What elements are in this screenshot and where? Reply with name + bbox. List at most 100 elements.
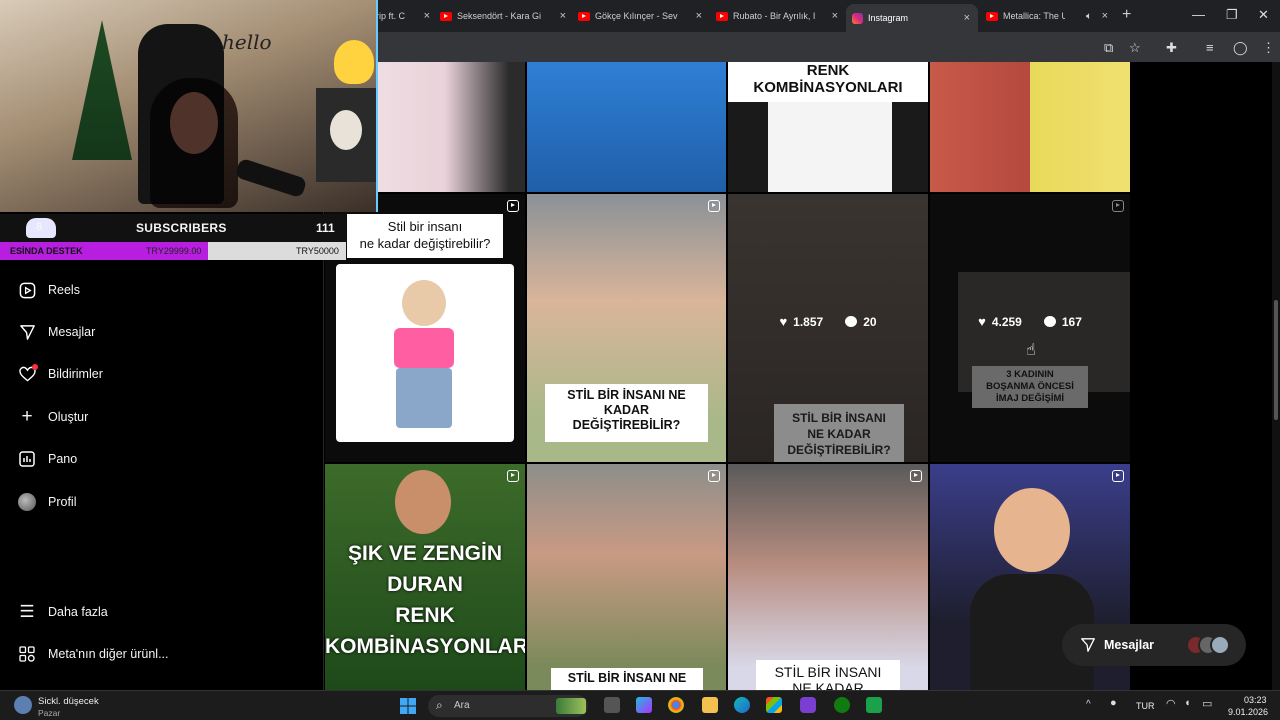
extensions-icon[interactable]: ✚: [1166, 40, 1177, 56]
chrome-icon[interactable]: [668, 697, 684, 713]
weather-title[interactable]: Sickl. düşecek: [38, 696, 99, 707]
reel-icon: [1112, 470, 1124, 482]
post-thumbnail[interactable]: STİL BİR İNSANI NE KADAR DEĞİŞTİREBİLİR?: [527, 194, 726, 462]
close-icon[interactable]: ×: [832, 10, 838, 22]
close-icon[interactable]: ×: [560, 10, 566, 22]
post-thumbnail[interactable]: STİL BİR İNSANI NE: [527, 464, 726, 690]
post-thumbnail[interactable]: STİL BİR İNSANI NE KADAR DEĞİŞTİREBİLİR?…: [728, 194, 928, 462]
donation-goal: TRY50000: [296, 246, 339, 256]
donation-label: ESİNDA DESTEK: [10, 246, 83, 256]
post-caption: STİL BİR İNSANI NE KADAR DEĞİŞTİREBİLİR?: [567, 388, 686, 432]
xbox-icon[interactable]: [834, 697, 850, 713]
messages-label: Mesajlar: [1104, 638, 1155, 652]
tab-metallica[interactable]: Metallica: The Ur 🔈︎ ×: [986, 4, 1112, 28]
post-grid: RENK KOMBİNASYONLARI Stil bir insanı ne …: [325, 62, 1130, 690]
restore-button[interactable]: ❐: [1226, 7, 1238, 23]
post-caption: RENK KOMBİNASYONLARI: [753, 62, 903, 96]
search-placeholder: Ara: [454, 700, 470, 711]
task-view-icon[interactable]: [604, 697, 620, 713]
volume-icon[interactable]: ◖: [1184, 697, 1191, 709]
post-thumbnail[interactable]: STİL BİR İNSANI NE KADAR: [728, 464, 928, 690]
streamer-hair: [150, 78, 238, 208]
close-window-button[interactable]: ✕: [1258, 7, 1269, 23]
store-icon[interactable]: [766, 697, 782, 713]
post-caption: STİL BİR İNSANI NE: [567, 671, 687, 685]
donation-goal-bar: ESİNDA DESTEK TRY29999.00 TRY50000: [0, 242, 346, 260]
battery-icon[interactable]: ▭: [1202, 697, 1212, 710]
media-control-icon[interactable]: ≡: [1206, 40, 1214, 55]
tab-title: Seksendört - Kara Gi: [457, 11, 542, 21]
terminal-icon[interactable]: [866, 697, 882, 713]
subs-count-left: 8: [36, 221, 43, 233]
post-thumbnail[interactable]: Stil bir insanı ne kadar değiştirebilir?: [325, 194, 525, 462]
comments-count: 20: [845, 314, 877, 329]
post-thumbnail[interactable]: RENK KOMBİNASYONLARI: [728, 62, 928, 192]
bookmark-star-icon[interactable]: ☆: [1129, 40, 1141, 56]
install-app-icon[interactable]: ⧉: [1104, 40, 1113, 56]
sidebar-item-label: Meta'nın diğer ürünl...: [48, 647, 169, 661]
close-icon[interactable]: ×: [964, 12, 970, 24]
sidebar-item-dashboard[interactable]: Pano: [18, 447, 77, 471]
post-caption: 3 KADININ BOŞANMA ÖNCESİ İMAJ DEĞİŞİMİ: [986, 369, 1074, 404]
notification-dot: [32, 364, 38, 370]
taskbar-search[interactable]: ⌕ Ara: [428, 695, 588, 717]
minimize-button[interactable]: —: [1192, 7, 1205, 22]
tab-rip[interactable]: rip ft. C ×: [376, 4, 434, 28]
subs-count-right: 111: [316, 221, 335, 235]
profile-icon[interactable]: ◯: [1233, 40, 1248, 56]
sidebar-item-meta[interactable]: Meta'nın diğer ürünl...: [18, 642, 169, 666]
app-icon[interactable]: [800, 697, 816, 713]
new-tab-button[interactable]: +: [1122, 6, 1131, 24]
sidebar-item-reels[interactable]: Reels: [18, 278, 80, 302]
sidebar-item-label: Daha fazla: [48, 605, 108, 619]
messages-icon: [18, 323, 36, 341]
weather-sub: Pazar: [38, 708, 61, 718]
post-thumbnail[interactable]: [527, 62, 726, 192]
microphone-icon[interactable]: ●: [1110, 697, 1117, 709]
sidebar-item-more[interactable]: ☰ Daha fazla: [18, 600, 108, 624]
post-caption: ŞIK VE ZENGİN DURAN RENK KOMBİNASYONLARI: [325, 542, 525, 658]
language-indicator[interactable]: TUR: [1136, 701, 1155, 711]
windows-start-icon[interactable]: [400, 698, 416, 714]
copilot-icon[interactable]: [636, 697, 652, 713]
search-icon: ⌕: [436, 698, 443, 712]
close-icon[interactable]: ×: [1102, 10, 1108, 22]
microphone: [234, 157, 308, 199]
sidebar-item-profile[interactable]: Profil: [18, 490, 76, 514]
comment-icon: [1043, 316, 1056, 327]
clock-date[interactable]: 9.01.2026: [1228, 707, 1268, 717]
weather-icon[interactable]: [14, 696, 32, 714]
sidebar-item-label: Reels: [48, 283, 80, 297]
messages-icon: [1081, 638, 1095, 652]
sidebar-item-label: Bildirimler: [48, 367, 103, 381]
youtube-icon: [986, 11, 998, 21]
tray-chevron-icon[interactable]: ^: [1086, 699, 1091, 710]
messages-floating-button[interactable]: Mesajlar: [1062, 624, 1246, 666]
tab-instagram[interactable]: Instagram ×: [846, 4, 978, 32]
wall-decal: hello: [222, 30, 272, 54]
clock-time[interactable]: 03:23: [1244, 695, 1267, 705]
close-icon[interactable]: ×: [696, 10, 702, 22]
sidebar-item-create[interactable]: + Oluştur: [18, 405, 88, 429]
plus-icon: +: [21, 406, 33, 427]
post-thumbnail[interactable]: 3 KADININ BOŞANMA ÖNCESİ İMAJ DEĞİŞİMİ ♥…: [930, 194, 1130, 462]
edge-icon[interactable]: [734, 697, 750, 713]
sidebar-item-messages[interactable]: Mesajlar: [18, 320, 95, 344]
post-thumbnail[interactable]: [930, 62, 1130, 192]
cat-poster: [316, 88, 376, 182]
sidebar-item-notifications[interactable]: Bildirimler: [18, 362, 103, 386]
tab-gokce[interactable]: Gökçe Kılınçer - Sev ×: [578, 4, 706, 28]
scrollbar-thumb[interactable]: [1274, 300, 1278, 420]
file-explorer-icon[interactable]: [702, 697, 718, 713]
tab-rubato[interactable]: Rubato - Bir Ayrılık, I ×: [716, 4, 842, 28]
post-thumbnail[interactable]: ŞIK VE ZENGİN DURAN RENK KOMBİNASYONLARI: [325, 464, 525, 690]
post-hover-stats: ♥ 4.259 167: [930, 314, 1130, 329]
reels-icon: [18, 281, 36, 299]
wifi-icon[interactable]: ◠: [1166, 697, 1176, 710]
close-icon[interactable]: ×: [424, 10, 430, 22]
mouse-cursor: ☝︎: [1026, 342, 1036, 359]
tab-seksendort[interactable]: Seksendört - Kara Gi ×: [440, 4, 570, 28]
speaker-icon: 🔈︎: [1086, 10, 1092, 22]
post-caption: STİL BİR İNSANI NE KADAR DEĞİŞTİREBİLİR?: [787, 411, 891, 457]
browser-menu-icon[interactable]: ⋮: [1262, 40, 1275, 56]
